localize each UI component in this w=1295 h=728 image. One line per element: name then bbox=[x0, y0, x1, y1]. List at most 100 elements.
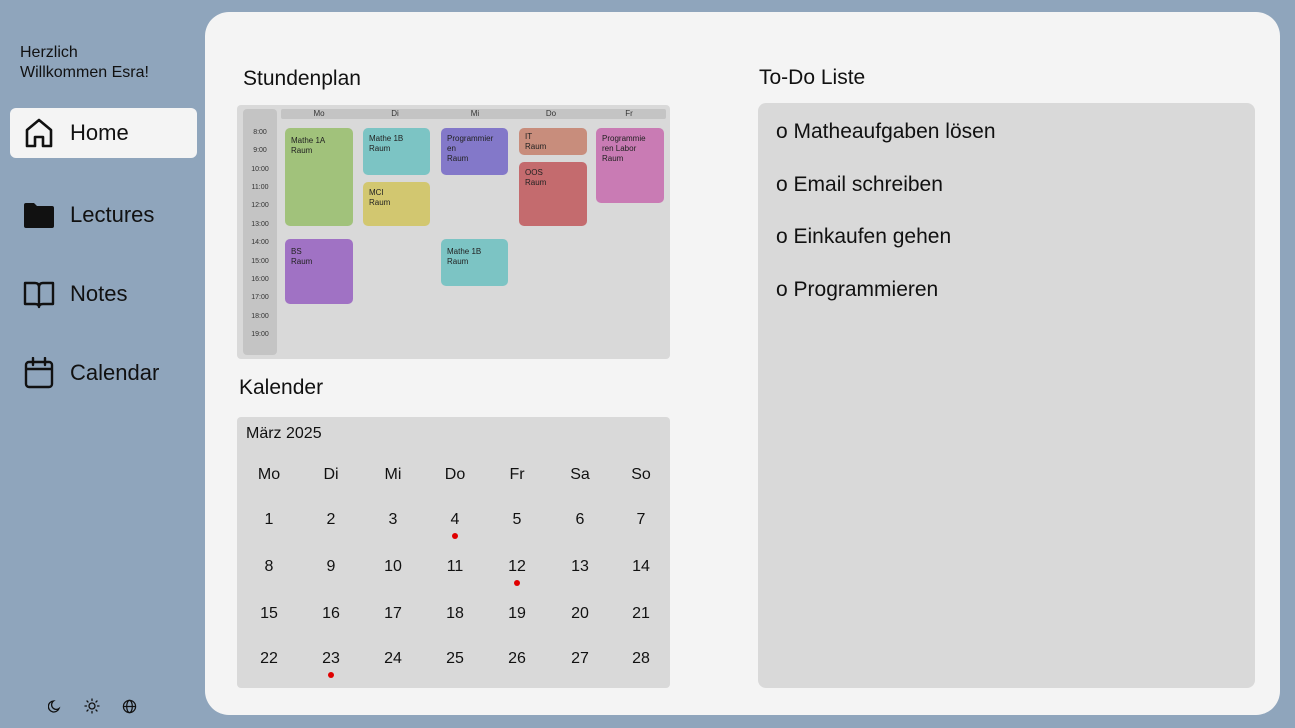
calendar-day[interactable]: 26 bbox=[502, 650, 532, 668]
globe-icon[interactable] bbox=[120, 697, 138, 715]
calendar-day[interactable]: 16 bbox=[316, 605, 346, 623]
calendar-day[interactable]: 28 bbox=[626, 650, 656, 668]
todo-title: To-Do Liste bbox=[759, 66, 866, 89]
calendar-day[interactable]: 18 bbox=[440, 605, 470, 623]
event-room: Raum bbox=[525, 142, 547, 151]
calendar-day[interactable]: 24 bbox=[378, 650, 408, 668]
event-marker-dot bbox=[514, 580, 520, 586]
time-label: 11:00 bbox=[251, 184, 269, 191]
calendar-day[interactable]: 1 bbox=[254, 511, 284, 529]
schedule-event[interactable]: Mathe 1B Raum bbox=[441, 239, 508, 286]
event-title: BS bbox=[291, 247, 302, 256]
schedule-grid: 8:00 9:00 10:00 11:00 12:00 13:00 14:00 … bbox=[237, 105, 670, 359]
welcome-line-1: Herzlich bbox=[20, 44, 78, 61]
day-header: Mo Di Mi Do Fr bbox=[281, 109, 666, 119]
calendar-day[interactable]: 17 bbox=[378, 605, 408, 623]
schedule-title: Stundenplan bbox=[243, 67, 361, 90]
schedule-event[interactable]: Mathe 1A Raum bbox=[285, 128, 353, 226]
event-room: Raum bbox=[447, 154, 469, 163]
event-room: Raum bbox=[525, 178, 547, 187]
bottom-toolbar bbox=[46, 697, 138, 715]
day-label: Mo bbox=[313, 109, 325, 118]
schedule-event[interactable]: Programmier en Raum bbox=[441, 128, 508, 175]
calendar-day[interactable]: 4 bbox=[440, 511, 470, 529]
sidebar-item-label: Home bbox=[70, 120, 129, 145]
day-label: Do bbox=[545, 109, 557, 118]
calendar-day[interactable]: 15 bbox=[254, 605, 284, 623]
event-title: ren Labor bbox=[602, 144, 637, 153]
event-title: OOS bbox=[525, 168, 543, 177]
calendar-day[interactable]: 20 bbox=[565, 605, 595, 623]
event-room: Raum bbox=[291, 146, 313, 155]
todo-item[interactable]: o Programmieren bbox=[776, 278, 938, 302]
time-label: 9:00 bbox=[253, 147, 267, 154]
calendar-day[interactable]: 22 bbox=[254, 650, 284, 668]
weekday-label: Sa bbox=[570, 466, 590, 483]
calendar-day[interactable]: 23 bbox=[316, 650, 346, 668]
home-icon bbox=[22, 116, 56, 150]
calendar-day[interactable]: 13 bbox=[565, 558, 595, 576]
event-room: Raum bbox=[291, 257, 313, 266]
calendar-day[interactable]: 19 bbox=[502, 605, 532, 623]
calendar-month: März 2025 bbox=[246, 425, 322, 442]
weekday-label: So bbox=[631, 466, 651, 483]
sidebar-item-label: Lectures bbox=[70, 202, 155, 227]
time-column: 8:00 9:00 10:00 11:00 12:00 13:00 14:00 … bbox=[243, 109, 277, 355]
calendar-title: Kalender bbox=[239, 376, 324, 399]
time-label: 18:00 bbox=[251, 313, 269, 320]
todo-list: o Matheaufgaben lösen o Email schreiben … bbox=[758, 103, 1255, 688]
event-marker-dot bbox=[452, 533, 458, 539]
folder-icon bbox=[22, 198, 56, 232]
schedule-event[interactable]: Mathe 1B Raum bbox=[363, 128, 430, 175]
time-label: 12:00 bbox=[251, 202, 269, 209]
calendar-day[interactable]: 9 bbox=[316, 558, 346, 576]
weekday-label: Mi bbox=[384, 466, 402, 483]
calendar-day[interactable]: 12 bbox=[502, 558, 532, 576]
calendar-day[interactable]: 3 bbox=[378, 511, 408, 529]
time-label: 13:00 bbox=[251, 221, 269, 228]
sidebar-item-lectures[interactable]: Lectures bbox=[10, 190, 197, 240]
calendar-day[interactable]: 2 bbox=[316, 511, 346, 529]
event-room: Raum bbox=[602, 154, 624, 163]
calendar-day[interactable]: 14 bbox=[626, 558, 656, 576]
event-title: MCI bbox=[369, 188, 384, 197]
sun-icon[interactable] bbox=[83, 697, 101, 715]
time-label: 8:00 bbox=[253, 129, 267, 136]
time-label: 14:00 bbox=[251, 239, 269, 246]
schedule-event[interactable]: OOS Raum bbox=[519, 162, 587, 226]
schedule-event[interactable]: Programmie ren Labor Raum bbox=[596, 128, 664, 203]
calendar-icon bbox=[22, 356, 56, 390]
schedule-event[interactable]: MCI Raum bbox=[363, 182, 430, 226]
calendar-day[interactable]: 25 bbox=[440, 650, 470, 668]
calendar-day[interactable]: 7 bbox=[626, 511, 656, 529]
weekday-label: Fr bbox=[509, 466, 525, 483]
event-title: en bbox=[447, 144, 456, 153]
weekday-label: Mo bbox=[257, 466, 281, 483]
todo-item[interactable]: o Einkaufen gehen bbox=[776, 225, 951, 249]
calendar-day[interactable]: 8 bbox=[254, 558, 284, 576]
calendar-day[interactable]: 5 bbox=[502, 511, 532, 529]
event-title: Mathe 1B bbox=[369, 134, 404, 143]
day-label: Di bbox=[391, 109, 399, 118]
calendar-day[interactable]: 11 bbox=[440, 558, 470, 576]
schedule-event[interactable]: BS Raum bbox=[285, 239, 353, 304]
event-marker-dot bbox=[328, 672, 334, 678]
sidebar-item-calendar[interactable]: Calendar bbox=[10, 348, 197, 398]
calendar-day[interactable]: 21 bbox=[626, 605, 656, 623]
day-label: Fr bbox=[625, 109, 633, 118]
day-label: Mi bbox=[470, 109, 480, 118]
book-icon bbox=[22, 277, 56, 311]
calendar-day[interactable]: 10 bbox=[378, 558, 408, 576]
event-title: Programmier bbox=[447, 134, 494, 143]
calendar-day[interactable]: 27 bbox=[565, 650, 595, 668]
event-room: Raum bbox=[369, 144, 391, 153]
calendar-widget: März 2025 Mo Di Mi Do Fr Sa So 1 2 3 4 5 6 7 8 9 10 11 12 1… bbox=[237, 417, 670, 688]
todo-item[interactable]: o Email schreiben bbox=[776, 173, 943, 197]
moon-icon[interactable] bbox=[46, 697, 64, 715]
schedule-event[interactable]: IT Raum bbox=[519, 128, 587, 155]
todo-item[interactable]: o Matheaufgaben lösen bbox=[776, 120, 996, 144]
sidebar-item-notes[interactable]: Notes bbox=[10, 269, 197, 319]
weekday-label: Di bbox=[323, 466, 339, 483]
calendar-day[interactable]: 6 bbox=[565, 511, 595, 529]
sidebar-item-home[interactable]: Home bbox=[10, 108, 197, 158]
